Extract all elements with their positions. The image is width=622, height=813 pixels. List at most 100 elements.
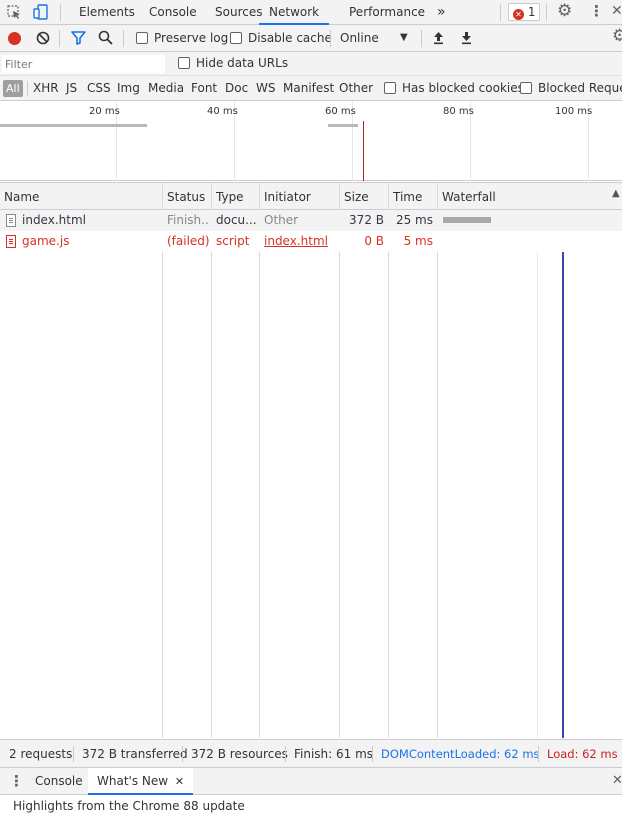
column-divider[interactable] [162,182,163,738]
column-divider[interactable] [437,182,438,738]
error-count: 1 [527,5,536,19]
type-filter-js[interactable]: JS [66,81,77,95]
type-filter-divider [27,81,28,96]
tab-sources[interactable]: Sources [215,0,262,25]
has-blocked-cookies-checkbox[interactable] [384,82,396,94]
device-toolbar-icon[interactable] [33,4,48,20]
settings-gear-icon[interactable]: ⚙ [557,3,572,20]
disable-cache-label[interactable]: Disable cache [248,31,332,45]
column-type[interactable]: Type [216,190,244,204]
type-filter-xhr[interactable]: XHR [33,81,59,95]
type-filter-manifest[interactable]: Manifest [283,81,334,95]
drawer-menu-icon[interactable]: ⋮ [9,772,24,790]
summary-divider [285,746,286,762]
close-tab-icon[interactable]: ✕ [175,775,184,788]
blocked-requests-label[interactable]: Blocked Reques [538,81,622,95]
column-divider[interactable] [211,182,212,738]
drawer-tab-whats-new[interactable]: What's New ✕ [88,768,194,795]
request-name[interactable]: index.html [22,213,160,227]
toolbar-divider [330,30,331,47]
has-blocked-cookies-label[interactable]: Has blocked cookies [402,81,524,95]
overview-tick-label: 20 ms [89,106,120,117]
filter-input[interactable] [2,55,165,73]
request-time: 25 ms [395,213,433,227]
export-har-icon[interactable] [460,31,473,45]
column-divider[interactable] [259,182,260,738]
network-summary-bar: 2 requests 372 B transferred 372 B resou… [0,739,622,767]
error-counter-button[interactable]: ✕ 1 [508,3,541,21]
type-filter-font[interactable]: Font [191,81,217,95]
devtools-tab-bar: Elements Console Sources Network Perform… [0,0,622,25]
request-size: 0 B [364,234,384,248]
inspect-element-icon[interactable] [7,5,22,20]
disable-cache-checkbox[interactable] [230,32,242,44]
type-filter-other[interactable]: Other [339,81,373,95]
tab-network[interactable]: Network [259,0,330,25]
table-row[interactable]: game.js (failed) script index.html 0 B 5… [0,231,622,252]
preserve-log-label[interactable]: Preserve log [154,31,228,45]
sort-indicator-icon: ▲ [612,188,620,199]
more-tabs-button[interactable]: » [437,0,446,25]
tab-performance[interactable]: Performance [349,0,425,25]
filter-row: Hide data URLs [0,52,622,76]
document-file-icon [6,214,16,227]
drawer-tab-bar: ⋮ Console What's New ✕ ✕ [0,767,622,795]
import-har-icon[interactable] [432,31,445,45]
column-time[interactable]: Time [393,190,422,204]
whats-new-heading: Highlights from the Chrome 88 update [13,799,245,813]
finish-time: Finish: 61 ms [294,747,374,761]
request-count: 2 requests [9,747,73,761]
close-devtools-icon[interactable]: ✕ [611,3,622,20]
blocked-requests-checkbox[interactable] [520,82,532,94]
load-time: Load: 62 ms [547,747,618,761]
summary-divider [182,746,183,762]
tab-console[interactable]: Console [149,0,197,25]
request-name[interactable]: game.js [22,234,160,248]
drawer-tab-console[interactable]: Console [35,774,83,788]
overview-tick-label: 40 ms [207,106,238,117]
drawer-tab-whats-new-label: What's New [97,774,169,788]
toolbar-divider [123,30,124,47]
type-filter-media[interactable]: Media [148,81,184,95]
network-settings-gear-icon[interactable]: ⚙ [612,28,622,45]
column-name[interactable]: Name [4,190,39,204]
throttling-select[interactable]: Online ▼ [336,28,414,48]
overview-request-bar [328,124,358,127]
column-waterfall[interactable]: Waterfall [442,190,496,204]
request-status: (failed) [167,234,210,248]
column-status[interactable]: Status [167,190,205,204]
clear-icon[interactable] [36,31,50,45]
search-icon[interactable] [98,30,113,45]
throttling-value: Online [340,31,379,45]
type-filter-ws[interactable]: WS [256,81,275,95]
hide-data-urls-label[interactable]: Hide data URLs [196,56,288,70]
column-size[interactable]: Size [344,190,369,204]
table-row[interactable]: index.html Finish... docu... Other 372 B… [0,210,622,231]
overview-tick-label: 80 ms [443,106,474,117]
type-filter-img[interactable]: Img [117,81,140,95]
type-filter-doc[interactable]: Doc [225,81,248,95]
transferred-size: 372 B transferred [82,747,188,761]
error-icon: ✕ [513,9,524,20]
toolbar-divider [59,30,60,47]
column-initiator[interactable]: Initiator [264,190,311,204]
toolbar-divider [421,30,422,47]
type-filter-all[interactable]: All [3,80,23,97]
network-overview[interactable]: 20 ms 40 ms 60 ms 80 ms 100 ms [0,101,622,181]
filter-icon[interactable] [71,31,86,45]
record-icon[interactable] [8,32,21,45]
tab-divider [60,4,61,21]
drawer-content: Highlights from the Chrome 88 update [0,795,622,813]
request-initiator-link[interactable]: index.html [264,234,338,248]
chevron-down-icon: ▼ [400,32,408,43]
tab-divider [500,4,501,21]
dom-content-loaded-marker [562,210,564,738]
type-filter-css[interactable]: CSS [87,81,111,95]
column-divider[interactable] [339,182,340,738]
column-divider[interactable] [388,182,389,738]
preserve-log-checkbox[interactable] [136,32,148,44]
kebab-menu-icon[interactable]: ⋮ [589,3,604,20]
hide-data-urls-checkbox[interactable] [178,57,190,69]
close-drawer-icon[interactable]: ✕ [612,773,622,788]
tab-elements[interactable]: Elements [79,0,135,25]
